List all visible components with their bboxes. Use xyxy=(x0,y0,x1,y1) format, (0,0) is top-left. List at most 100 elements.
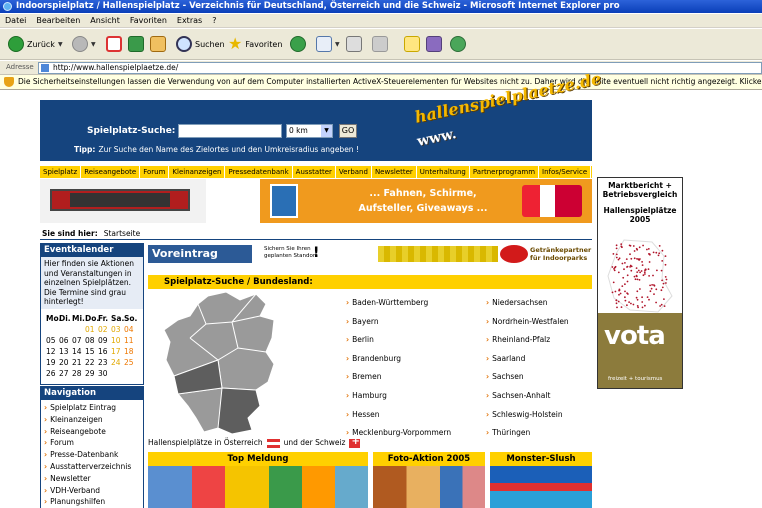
bundesland-link[interactable]: Nordrhein-Westfalen xyxy=(486,313,569,332)
nav-link-presse-datenbank[interactable]: Presse-Datenbank xyxy=(44,449,140,461)
calendar-day[interactable]: 11 xyxy=(124,335,137,346)
bundesland-link[interactable]: Bayern xyxy=(346,313,451,332)
calendar-day[interactable]: 29 xyxy=(85,368,98,379)
bundesland-link[interactable]: Sachsen xyxy=(486,368,569,387)
bundesland-link[interactable]: Mecklenburg-Vorpommern xyxy=(346,424,451,443)
nav-forum[interactable]: Forum xyxy=(140,166,170,178)
calendar-day[interactable]: 07 xyxy=(72,335,85,346)
back-button[interactable]: Zurück ▼ xyxy=(8,33,63,55)
calendar-day[interactable]: 09 xyxy=(98,335,111,346)
germany-map-shape[interactable] xyxy=(163,291,275,435)
bundesland-link[interactable]: Berlin xyxy=(346,331,451,350)
calendar-day[interactable]: 15 xyxy=(85,346,98,357)
calendar-day[interactable]: 19 xyxy=(46,357,59,368)
search-button[interactable]: Suchen xyxy=(176,33,225,55)
history-button[interactable] xyxy=(290,33,306,55)
calendar-day[interactable]: 16 xyxy=(98,346,111,357)
print-button[interactable] xyxy=(346,33,362,55)
nav-link-forum[interactable]: Forum xyxy=(44,437,140,449)
discuss-button[interactable] xyxy=(404,33,420,55)
messenger-button[interactable] xyxy=(450,33,466,55)
radius-select[interactable]: 0 km ▼ xyxy=(286,124,333,138)
nav-newsletter[interactable]: Newsletter xyxy=(372,166,417,178)
top-meldung-image[interactable] xyxy=(148,466,368,508)
nav-unterhaltung[interactable]: Unterhaltung xyxy=(417,166,470,178)
swiss-link[interactable]: und der Schweiz xyxy=(284,438,346,447)
menu-datei[interactable]: Datei xyxy=(0,14,31,28)
nav-kleinanzeigen[interactable]: Kleinanzeigen xyxy=(169,166,226,178)
calendar-day[interactable]: 04 xyxy=(124,324,137,335)
calendar-day[interactable]: 28 xyxy=(72,368,85,379)
calendar-day[interactable]: 25 xyxy=(124,357,137,368)
menu-bearbeiten[interactable]: Bearbeiten xyxy=(31,14,85,28)
calendar-day[interactable]: 20 xyxy=(59,357,72,368)
bundesland-link[interactable]: Rheinland-Pfalz xyxy=(486,331,569,350)
bundesland-link[interactable]: Hamburg xyxy=(346,387,451,406)
calendar-day[interactable]: 23 xyxy=(98,357,111,368)
calendar-day[interactable]: 27 xyxy=(59,368,72,379)
calendar-day[interactable]: 22 xyxy=(85,357,98,368)
monster-slush-image[interactable] xyxy=(490,466,592,508)
calendar-day[interactable]: 30 xyxy=(98,368,111,379)
nav-spielplatz[interactable]: Spielplatz xyxy=(40,166,82,178)
nav-link-ausstatterverzeichnis[interactable]: Ausstatterverzeichnis xyxy=(44,461,140,473)
refresh-button[interactable] xyxy=(128,33,144,55)
bundesland-link[interactable]: Bremen xyxy=(346,368,451,387)
calendar-day[interactable]: 03 xyxy=(111,324,124,335)
nav-ausstatter[interactable]: Ausstatter xyxy=(293,166,336,178)
calendar-day[interactable]: 14 xyxy=(72,346,85,357)
bundesland-link[interactable]: Sachsen-Anhalt xyxy=(486,387,569,406)
calendar-day[interactable]: 13 xyxy=(59,346,72,357)
nav-link-newsletter[interactable]: Newsletter xyxy=(44,473,140,485)
favorites-button[interactable]: ★ Favoriten xyxy=(228,33,282,55)
austria-flag-icon[interactable] xyxy=(266,438,280,448)
edit-button[interactable] xyxy=(372,33,388,55)
calendar-day[interactable]: 08 xyxy=(85,335,98,346)
banner-image-left[interactable] xyxy=(40,179,206,223)
spielplatz-search-input[interactable] xyxy=(178,124,282,138)
breadcrumb-current[interactable]: Startseite xyxy=(104,229,140,238)
calendar-day[interactable]: 21 xyxy=(72,357,85,368)
home-button[interactable] xyxy=(150,33,166,55)
stop-button[interactable] xyxy=(106,33,122,55)
calendar-day[interactable]: 06 xyxy=(59,335,72,346)
bundesland-link[interactable]: Niedersachsen xyxy=(486,294,569,313)
address-input[interactable]: http://www.hallenspielplaetze.de/ xyxy=(38,62,762,74)
site-logo[interactable]: hallenspielplaetze.de www. xyxy=(411,69,603,158)
nav-reiseangebote[interactable]: Reiseangebote xyxy=(81,166,141,178)
calendar-day[interactable]: 18 xyxy=(124,346,137,357)
nav-pressedatenbank[interactable]: Pressedatenbank xyxy=(225,166,293,178)
go-button[interactable]: GO xyxy=(339,124,357,138)
menu-ansicht[interactable]: Ansicht xyxy=(85,14,125,28)
menu-extras[interactable]: Extras xyxy=(172,14,207,28)
security-infobar[interactable]: Die Sicherheitseinstellungen lassen die … xyxy=(0,75,762,90)
bundesland-link[interactable]: Schleswig-Holstein xyxy=(486,406,569,425)
voreintrag-banner[interactable]: Voreintrag Sichern Sie Ihren geplanten S… xyxy=(148,243,592,265)
calendar-day[interactable]: 02 xyxy=(98,324,111,335)
nav-link-spielplatz-eintrag[interactable]: Spielplatz Eintrag xyxy=(44,402,140,414)
nav-link-vdh-verband[interactable]: VDH-Verband xyxy=(44,485,140,497)
calendar-day[interactable]: 05 xyxy=(46,335,59,346)
calendar-day[interactable]: 12 xyxy=(46,346,59,357)
forward-button[interactable]: ▼ xyxy=(72,33,96,55)
nav-infos-service[interactable]: Infos/Service xyxy=(539,166,592,178)
menu-favoriten[interactable]: Favoriten xyxy=(125,14,172,28)
promo-banner[interactable]: ... Fahnen, Schirme, Aufsteller, Giveawa… xyxy=(260,179,592,223)
top-meldung-title[interactable]: Top Meldung xyxy=(148,452,368,466)
vota-ad[interactable]: Marktbericht + Betriebsvergleich Hallens… xyxy=(597,177,683,389)
nav-link-kleinanzeigen[interactable]: Kleinanzeigen xyxy=(44,414,140,426)
research-button[interactable] xyxy=(426,33,442,55)
swiss-flag-icon[interactable] xyxy=(349,436,361,448)
bundesland-link[interactable]: Baden-Württemberg xyxy=(346,294,451,313)
mail-button[interactable]: ▼ xyxy=(316,33,340,55)
monster-slush-title[interactable]: Monster-Slush xyxy=(490,452,592,466)
nav-link-reiseangebote[interactable]: Reiseangebote xyxy=(44,426,140,438)
calendar-day[interactable]: 26 xyxy=(46,368,59,379)
germany-map[interactable] xyxy=(148,290,348,436)
austria-link[interactable]: Hallenspielplätze in Österreich xyxy=(148,438,263,447)
bundesland-link[interactable]: Hessen xyxy=(346,406,451,425)
calendar-day[interactable]: 10 xyxy=(111,335,124,346)
bundesland-link[interactable]: Brandenburg xyxy=(346,350,451,369)
calendar-day[interactable]: 17 xyxy=(111,346,124,357)
calendar-day[interactable]: 24 xyxy=(111,357,124,368)
